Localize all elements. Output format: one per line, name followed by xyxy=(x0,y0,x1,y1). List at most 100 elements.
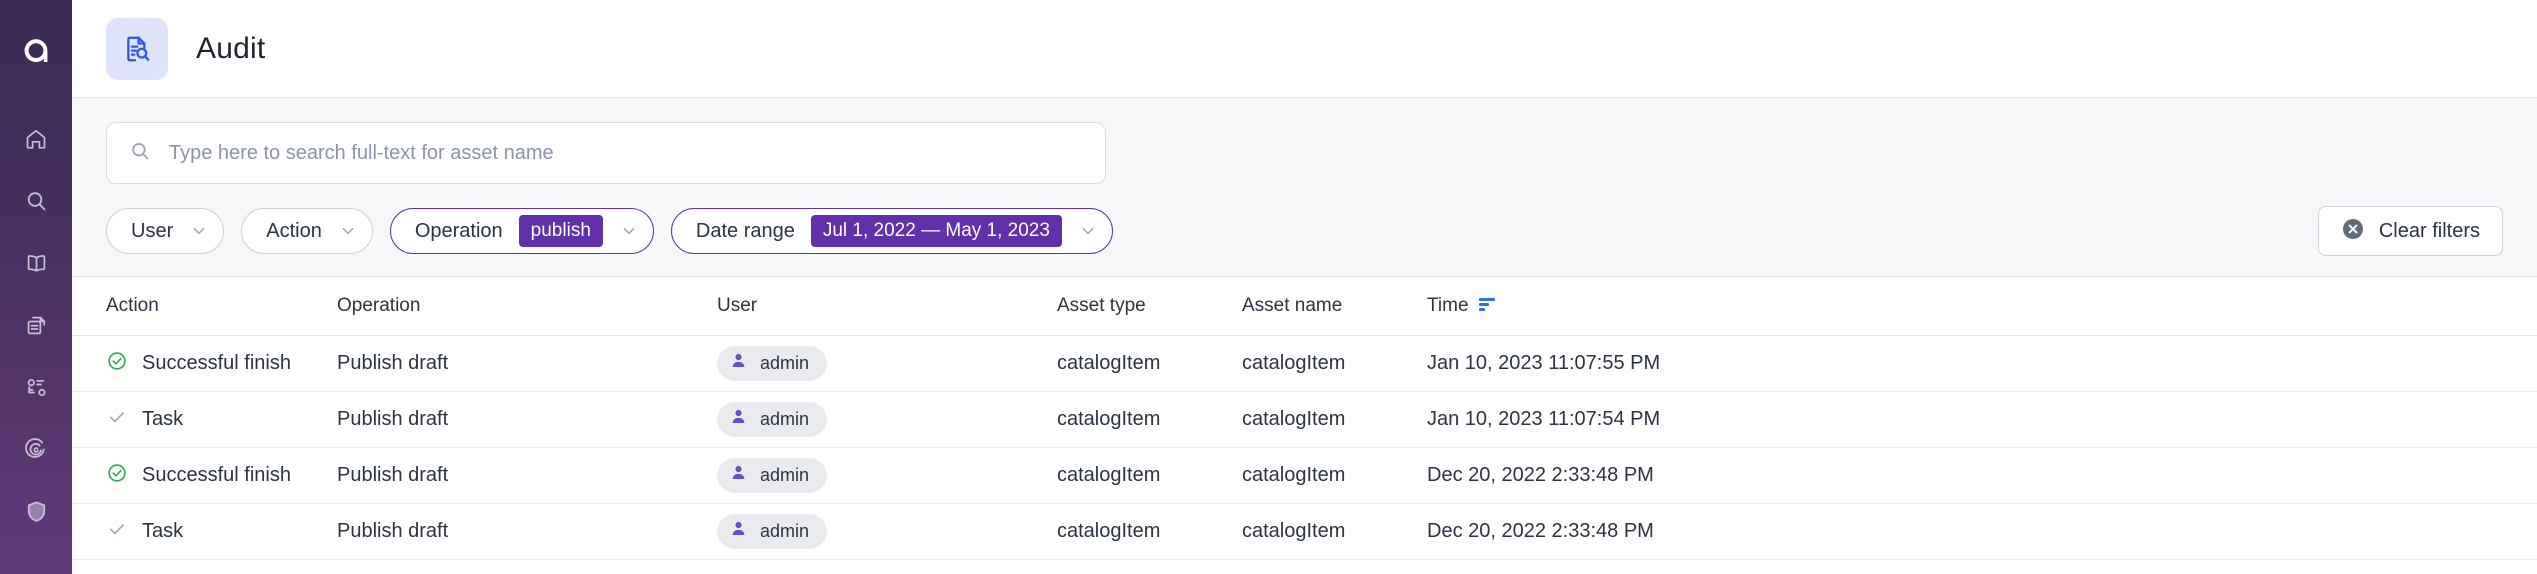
cell-operation: Publish draft xyxy=(337,448,717,504)
cell-action: Task xyxy=(72,392,337,448)
cell-user: admin xyxy=(717,392,1057,448)
cell-time: Dec 20, 2022 2:33:48 PM xyxy=(1427,504,2537,560)
documents-icon xyxy=(24,313,49,338)
check-icon xyxy=(106,406,128,434)
action-label: Task xyxy=(142,408,183,431)
asset-type-label: catalogItem xyxy=(1057,408,1160,430)
cell-operation: Publish draft xyxy=(337,336,717,392)
person-icon xyxy=(729,519,748,544)
check-icon xyxy=(106,518,128,546)
sidebar-nav xyxy=(0,108,72,542)
audit-table: Action Operation User Asset type Asset n xyxy=(72,277,2537,574)
cell-asset-name: catalogItem xyxy=(1242,448,1427,504)
cell-user: admin xyxy=(717,448,1057,504)
table-row[interactable]: Successful finish Publish draft admin catal… xyxy=(72,336,2537,392)
filter-chip-user[interactable]: User xyxy=(106,208,224,254)
column-label: Time xyxy=(1427,295,1469,317)
sort-descending-icon[interactable] xyxy=(1479,295,1496,317)
column-label: Operation xyxy=(337,295,420,317)
radar-icon xyxy=(24,437,49,462)
filter-chip-date-range[interactable]: Date range Jul 1, 2022 — May 1, 2023 xyxy=(671,208,1113,254)
atlan-logo[interactable] xyxy=(0,14,72,88)
sidebar-item-assets[interactable] xyxy=(0,294,72,356)
table-row[interactable]: TaskPublish draft admin catalogItem catalog… xyxy=(72,504,2537,560)
cell-asset-type: catalogItem xyxy=(1057,336,1242,392)
person-icon xyxy=(729,463,748,488)
user-name: admin xyxy=(760,353,809,374)
chevron-down-icon xyxy=(340,223,356,239)
success-check-icon xyxy=(106,462,128,490)
chevron-down-icon xyxy=(191,223,207,239)
cell-user: admin xyxy=(717,504,1057,560)
filter-chip-action[interactable]: Action xyxy=(241,208,373,254)
asset-type-label: catalogItem xyxy=(1057,464,1160,486)
filter-chip-label: User xyxy=(131,220,173,243)
filter-chips: User Action Operation publish xyxy=(106,208,1113,254)
filter-chip-label: Operation xyxy=(415,220,503,243)
table-header-row: Action Operation User Asset type Asset n xyxy=(72,277,2537,336)
asset-type-label: catalogItem xyxy=(1057,520,1160,542)
action-label: Successful finish xyxy=(142,464,291,487)
table-body: Successful finishPublish draftadmincatal… xyxy=(72,336,2537,560)
filter-chip-label: Date range xyxy=(696,220,795,243)
search-input[interactable] xyxy=(169,123,1083,183)
filter-chip-value: publish xyxy=(519,215,603,247)
sidebar-item-home[interactable] xyxy=(0,108,72,170)
asset-name-label: catalogItem xyxy=(1242,352,1345,374)
time-label: Jan 10, 2023 11:07:54 PM xyxy=(1427,408,1660,430)
sidebar-item-search[interactable] xyxy=(0,170,72,232)
chevron-down-icon xyxy=(621,223,637,239)
table-row[interactable]: TaskPublish draftadmincatalogItemcatalog… xyxy=(72,392,2537,448)
page-header: Audit xyxy=(72,0,2537,98)
sidebar-item-insights[interactable] xyxy=(0,418,72,480)
clear-filters-button[interactable]: Clear filters xyxy=(2318,206,2503,256)
cell-time: Jan 10, 2023 11:07:55 PM xyxy=(1427,336,2537,392)
time-label: Dec 20, 2022 2:33:48 PM xyxy=(1427,520,1654,542)
column-header-user[interactable]: User xyxy=(717,277,1057,336)
action-label: Successful finish xyxy=(142,352,291,375)
cell-time: Dec 20, 2022 2:33:48 PM xyxy=(1427,448,2537,504)
column-header-action[interactable]: Action xyxy=(72,277,337,336)
cell-action: Successful finish xyxy=(72,336,337,392)
column-header-asset-name[interactable]: Asset name xyxy=(1242,277,1427,336)
column-label: Action xyxy=(106,295,159,317)
cell-operation: Publish draft xyxy=(337,504,717,560)
page-title: Audit xyxy=(196,32,265,66)
sidebar-item-governance[interactable] xyxy=(0,480,72,542)
filter-chip-operation[interactable]: Operation publish xyxy=(390,208,654,254)
chevron-down-icon xyxy=(1080,223,1096,239)
user-chip[interactable]: admin xyxy=(717,402,827,437)
sidebar xyxy=(0,0,72,574)
clear-filters-label: Clear filters xyxy=(2379,220,2480,243)
asset-name-label: catalogItem xyxy=(1242,520,1345,542)
column-label: User xyxy=(717,295,757,317)
table-row[interactable]: Successful finish Publish draftadmin catal… xyxy=(72,448,2537,504)
column-header-time[interactable]: Time xyxy=(1427,277,2537,336)
column-header-operation[interactable]: Operation xyxy=(337,277,717,336)
column-label: Asset type xyxy=(1057,295,1146,317)
column-label: Asset name xyxy=(1242,295,1342,317)
search-icon xyxy=(24,189,48,213)
sidebar-item-lineage[interactable] xyxy=(0,356,72,418)
search-bar[interactable] xyxy=(106,122,1106,184)
user-chip[interactable]: admin xyxy=(717,458,827,493)
main-content: Audit User xyxy=(72,0,2537,574)
filter-panel: User Action Operation publish xyxy=(72,98,2537,277)
operation-label: Publish draft xyxy=(337,352,448,374)
asset-name-label: catalogItem xyxy=(1242,464,1345,486)
sidebar-item-glossary[interactable] xyxy=(0,232,72,294)
lineage-icon xyxy=(24,375,49,400)
cell-time: Jan 10, 2023 11:07:54 PM xyxy=(1427,392,2537,448)
column-header-asset-type[interactable]: Asset type xyxy=(1057,277,1242,336)
user-chip[interactable]: admin xyxy=(717,514,827,549)
cell-asset-name: catalogItem xyxy=(1242,504,1427,560)
shield-icon xyxy=(24,499,49,524)
user-chip[interactable]: admin xyxy=(717,346,827,381)
cell-user: admin xyxy=(717,336,1057,392)
cell-action: Task xyxy=(72,504,337,560)
cell-operation: Publish draft xyxy=(337,392,717,448)
operation-label: Publish draft xyxy=(337,520,448,542)
filter-chip-label: Action xyxy=(266,220,322,243)
operation-label: Publish draft xyxy=(337,408,448,430)
cell-action: Successful finish xyxy=(72,448,337,504)
